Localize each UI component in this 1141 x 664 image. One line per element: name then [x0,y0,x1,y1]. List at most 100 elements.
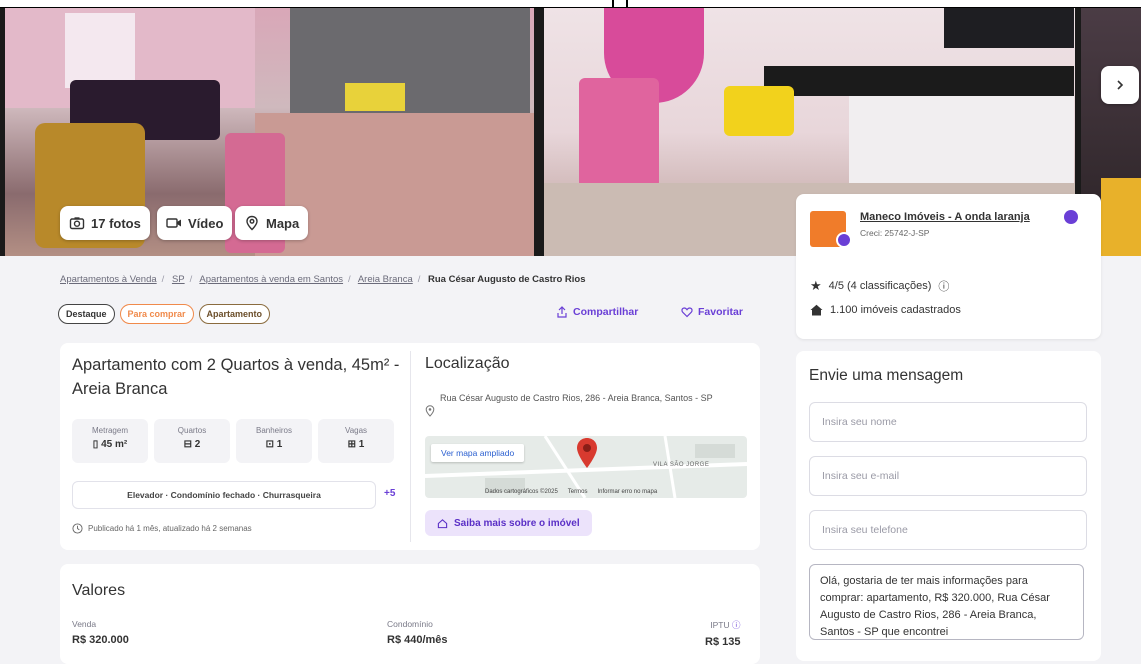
ruler-icon: ▯ [92,439,102,450]
photo-tv [944,8,1074,48]
iptu: IPTU ⓘ R$ 135 [705,619,740,648]
photos-button-label: 17 fotos [91,215,141,231]
breadcrumb-separator: / [348,274,351,285]
photo-counter [764,66,1074,96]
stat-bathrooms: Banheiros ⊡ 1 [236,419,312,463]
agency-badge-icon [836,232,852,248]
share-button[interactable]: Compartilhar [556,306,638,318]
photo-pink-chair [579,78,659,188]
favorite-label: Favoritar [698,306,743,318]
video-button[interactable]: Vídeo [157,206,233,240]
map-footer-report[interactable]: Informar erro no mapa [597,489,657,495]
amenities-more-button[interactable]: +5 [384,488,395,499]
breadcrumb-separator: / [417,274,421,285]
map-expand-link[interactable]: Ver mapa ampliado [431,444,525,462]
bed-icon: ⊟ [183,439,195,450]
agency-rating: ★ 4/5 (4 classificações) ⓘ [810,278,949,294]
agency-name-link[interactable]: Maneco Imóveis - A onda laranja [860,211,1030,223]
published-text: Publicado há 1 mês, atualizado há 2 sema… [88,524,252,533]
email-field[interactable]: Insira seu e-mail [809,456,1087,496]
more-info-label: Saiba mais sobre o imóvel [454,517,580,529]
heart-icon [681,307,693,318]
top-bar-divider [626,0,628,8]
breadcrumb-item[interactable]: Apartamentos à Venda [60,274,157,285]
house-icon [810,304,823,316]
info-icon[interactable]: ⓘ [938,278,949,294]
iptu-label: IPTU ⓘ [705,619,740,631]
camera-icon [69,217,85,230]
name-field[interactable]: Insira seu nome [809,402,1087,442]
published-info: Publicado há 1 mês, atualizado há 2 sema… [72,523,252,534]
star-icon: ★ [810,278,822,293]
breadcrumb-item[interactable]: Areia Branca [358,274,413,285]
favorite-button[interactable]: Favoritar [681,306,743,318]
listing-stats: Metragem ▯ 45 m² Quartos ⊟ 2 Banheiros ⊡… [72,419,394,463]
share-icon [557,306,567,318]
sale-price-value: R$ 320.000 [72,634,129,646]
stat-bathrooms-label: Banheiros [255,426,293,435]
shower-icon: ⊡ [265,439,277,450]
more-info-button[interactable]: Saiba mais sobre o imóvel [425,510,592,536]
agency-listings-text: 1.100 imóveis cadastrados [830,304,961,316]
photo-window [65,13,135,88]
tag-purpose: Para comprar [119,304,194,324]
stat-parking: Vagas ⊞ 1 [318,419,394,463]
amenities-list[interactable]: Elevador · Condomínio fechado · Churrasq… [72,481,376,509]
info-icon[interactable]: ⓘ [730,620,741,630]
map-footer-data: Dados cartográficos ©2025 [485,489,558,495]
condo-fee: Condomínio R$ 440/mês [387,619,448,646]
stat-bathrooms-value: ⊡ 1 [236,439,312,450]
listing-summary-card: Apartamento com 2 Quartos à venda, 45m² … [60,343,760,550]
location-pin-icon [246,215,258,231]
card-divider [410,351,411,542]
agency-rating-text: 4/5 (4 classificações) [828,280,932,292]
stat-area-number: 45 m² [101,439,128,450]
location-pin-icon [425,405,435,417]
breadcrumb-item[interactable]: SP [172,274,185,285]
map-button-label: Mapa [266,215,300,231]
top-bar [0,0,1141,8]
chevron-right-icon [1117,80,1124,90]
agency-listings: 1.100 imóveis cadastrados [810,304,961,316]
house-icon [437,518,448,528]
sale-price: Venda R$ 320.000 [72,619,129,646]
verified-icon [1064,210,1078,224]
photo-yellow-chair [345,83,405,111]
map-button[interactable]: Mapa [235,206,309,240]
photos-button[interactable]: 17 fotos [60,206,150,240]
photo-counter-front [849,96,1074,191]
video-button-label: Vídeo [188,215,224,231]
condo-fee-label: Condomínio [387,619,433,629]
breadcrumb-separator: / [189,274,193,285]
condo-fee-value: R$ 440/mês [387,634,448,646]
photo-yellow-chair [1101,178,1141,256]
stat-area: Metragem ▯ 45 m² [72,419,148,463]
listing-title: Apartamento com 2 Quartos à venda, 45m² … [72,356,400,398]
values-card: Valores Venda R$ 320.000 Condomínio R$ 4… [60,564,760,664]
agency-card: Maneco Imóveis - A onda laranja Creci: 2… [796,194,1101,339]
agency-creci: Creci: 25742-J-SP [860,228,930,238]
map-footer: Dados cartográficos ©2025 Termos Informa… [485,489,657,495]
phone-field[interactable]: Insira seu telefone [809,510,1087,550]
map-marker-icon [577,438,597,468]
breadcrumb-separator: / [161,274,165,285]
stat-area-label: Metragem [91,426,128,435]
stat-parking-number: 1 [358,439,365,450]
stat-area-value: ▯ 45 m² [72,439,148,450]
map-area-label: VILA SÃO JORGE [653,462,710,468]
map-footer-terms[interactable]: Termos [568,489,588,495]
message-textarea[interactable]: Olá, gostaria de ter mais informações pa… [809,564,1084,640]
stat-bedrooms-label: Quartos [177,426,207,435]
location-map[interactable]: Ver mapa ampliado VILA SÃO JORGE Dados c… [425,436,747,498]
stat-bedrooms-value: ⊟ 2 [154,439,230,450]
photo-shelves [290,8,530,118]
stat-bedrooms-number: 2 [194,439,201,450]
breadcrumb-current: Rua César Augusto de Castro Rios [428,274,586,285]
share-label: Compartilhar [573,306,639,318]
stat-bedrooms: Quartos ⊟ 2 [154,419,230,463]
breadcrumb-item[interactable]: Apartamentos à venda em Santos [199,274,343,285]
tag-type: Apartamento [198,304,271,324]
next-photo-button[interactable] [1101,66,1139,104]
tag-highlight: Destaque [58,304,115,324]
top-bar-divider [612,0,614,8]
